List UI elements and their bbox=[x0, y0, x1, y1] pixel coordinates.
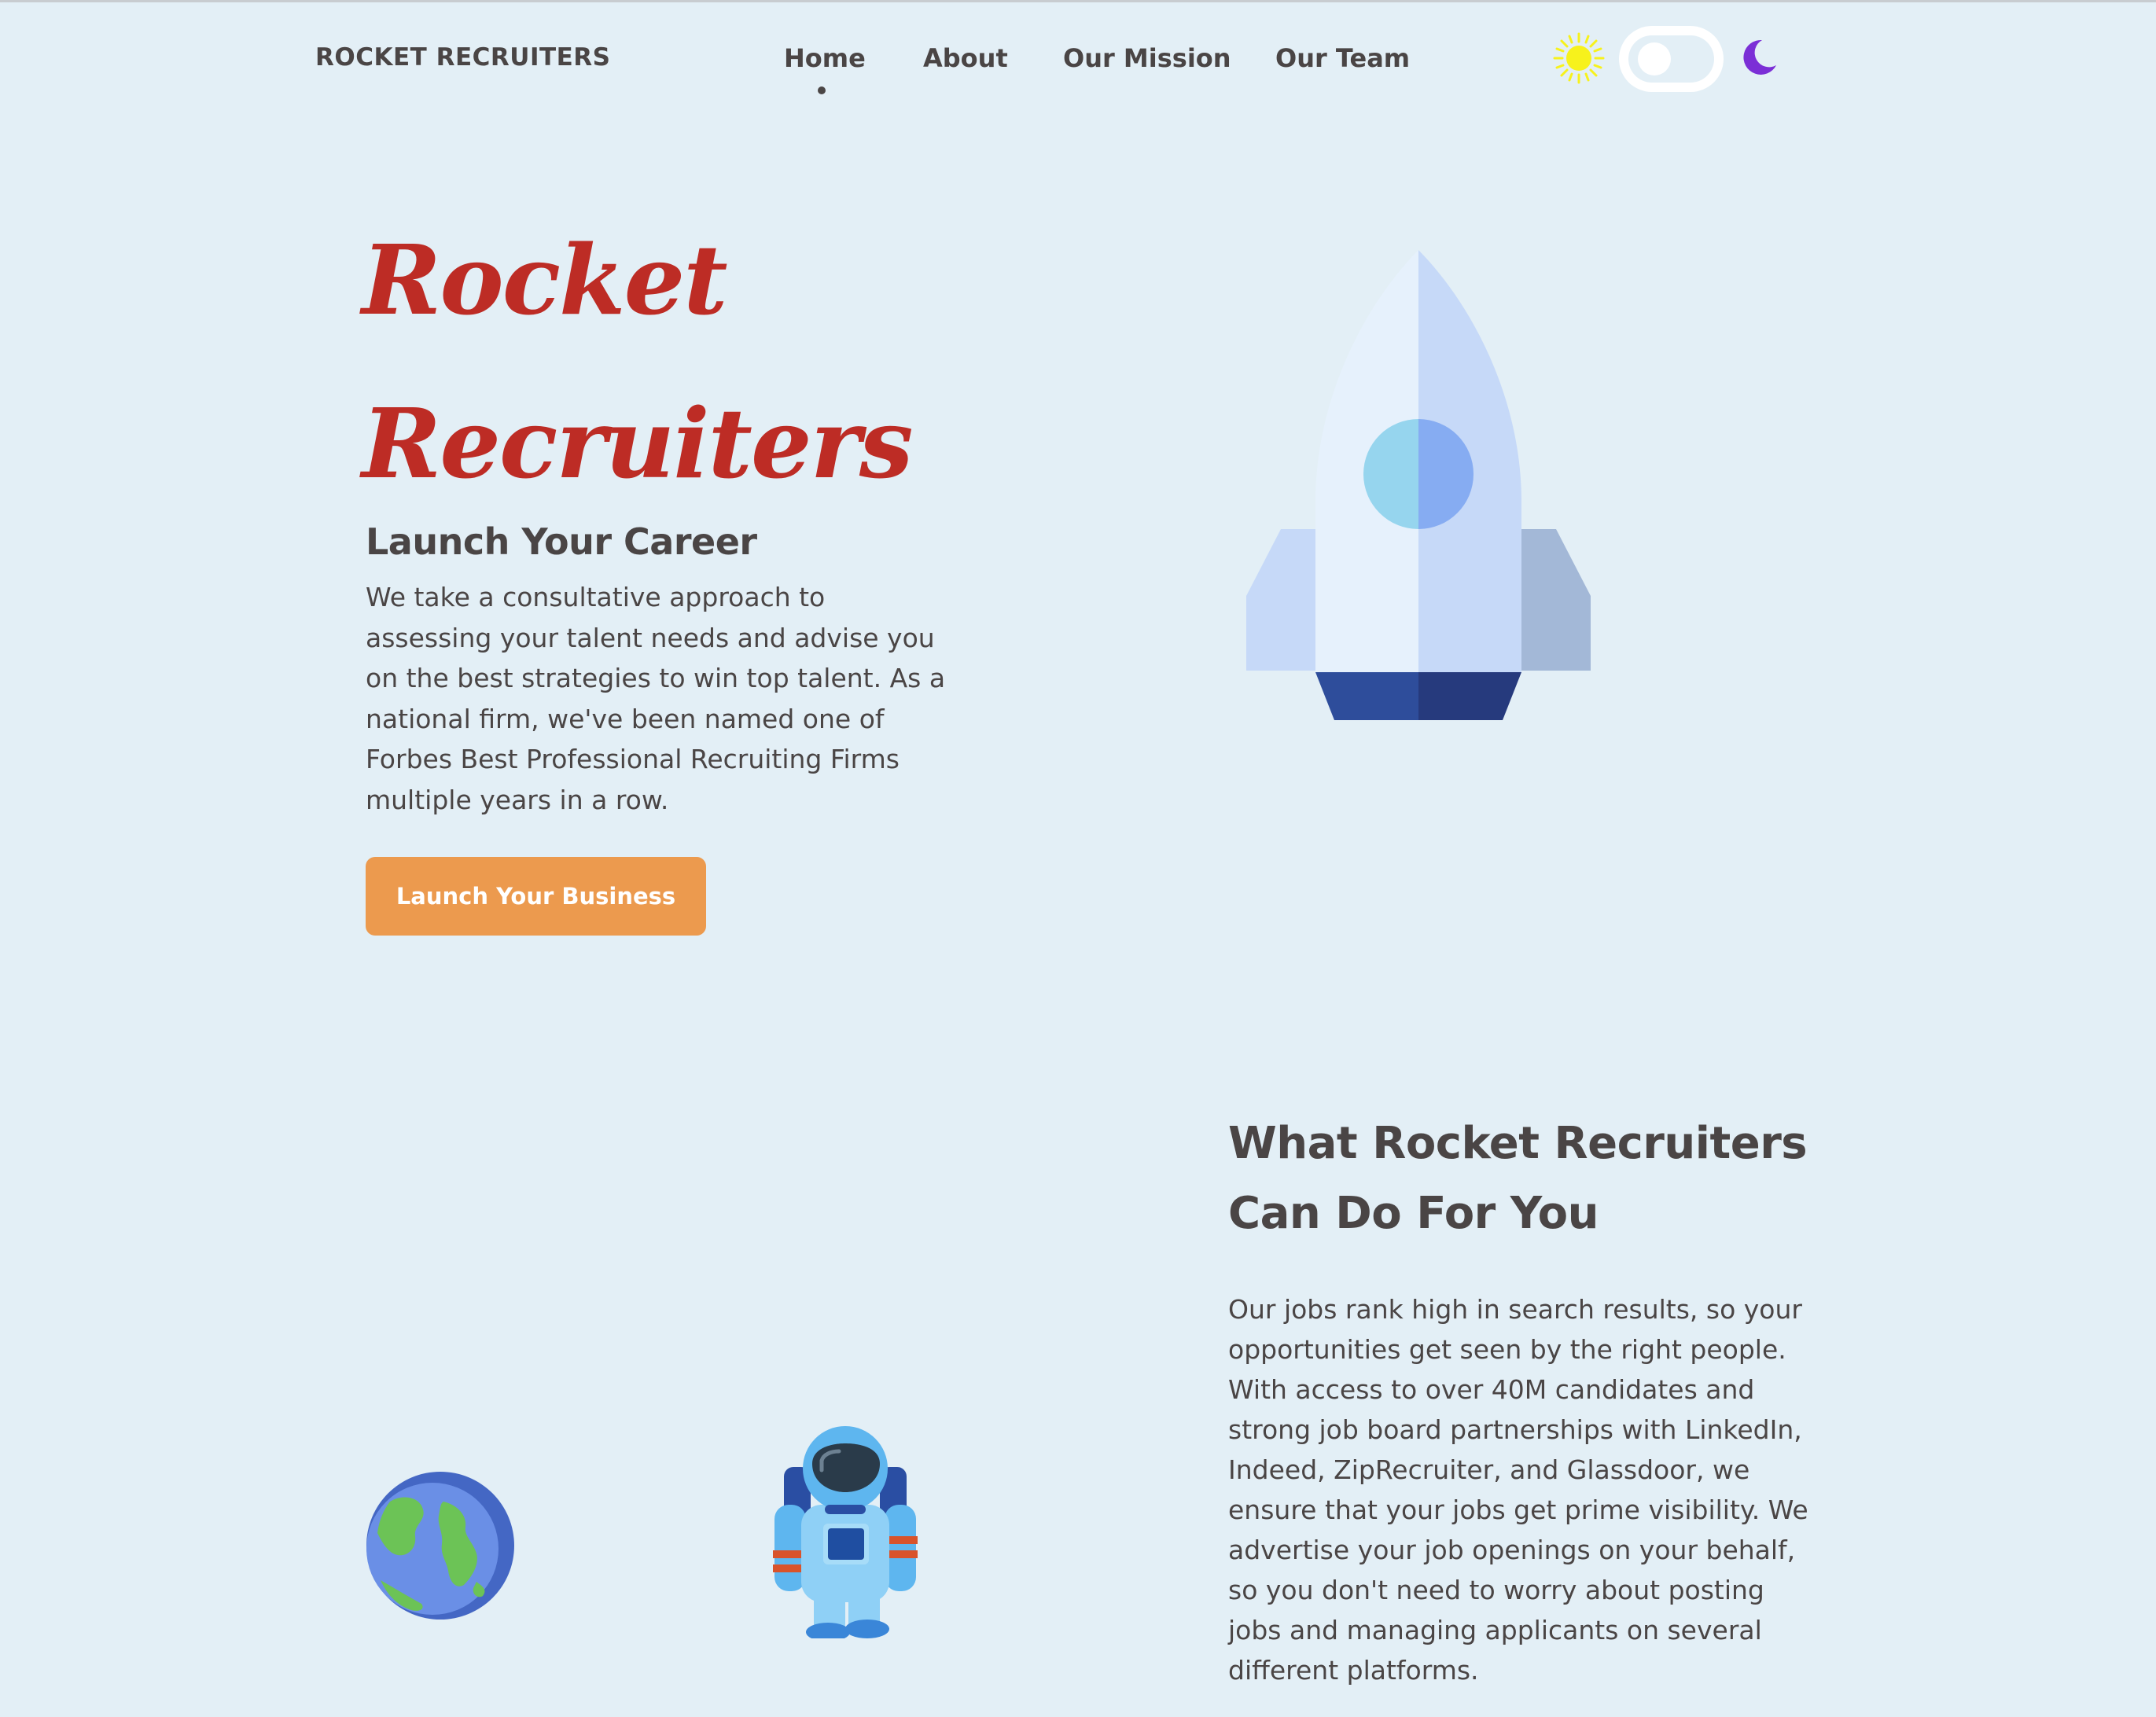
rocket-icon bbox=[1246, 250, 1591, 720]
nav-link-about[interactable]: About bbox=[923, 43, 1008, 73]
sun-icon bbox=[1553, 32, 1605, 84]
earth-icon bbox=[366, 1472, 514, 1620]
services-title: What Rocket Recruiters Can Do For You bbox=[1228, 1118, 1808, 1239]
launch-your-business-button[interactable]: Launch Your Business bbox=[366, 857, 706, 936]
hero-title-line1: Rocket bbox=[362, 223, 728, 336]
services-description: Our jobs rank high in search results, so… bbox=[1228, 1294, 1808, 1686]
toggle-knob bbox=[1638, 42, 1671, 75]
hero-description: We take a consultative approach to asses… bbox=[366, 582, 946, 815]
hero-title: Rocket Recruiters bbox=[362, 198, 991, 525]
brand-logo-text[interactable]: ROCKET RECRUITERS bbox=[315, 43, 611, 72]
hero-subtitle: Launch Your Career bbox=[366, 520, 757, 563]
navbar: ROCKET RECRUITERS Home About Our Mission… bbox=[0, 2, 2156, 116]
active-nav-indicator bbox=[818, 86, 826, 94]
nav-link-our-team[interactable]: Our Team bbox=[1275, 43, 1410, 73]
hero-title-line2: Recruiters bbox=[362, 387, 914, 500]
astronaut-icon bbox=[773, 1426, 918, 1638]
nav-link-our-mission[interactable]: Our Mission bbox=[1063, 43, 1231, 73]
theme-toggle[interactable] bbox=[1619, 26, 1724, 92]
theme-switcher bbox=[1553, 26, 1781, 92]
nav-link-home[interactable]: Home bbox=[784, 43, 866, 73]
moon-icon bbox=[1743, 39, 1776, 75]
